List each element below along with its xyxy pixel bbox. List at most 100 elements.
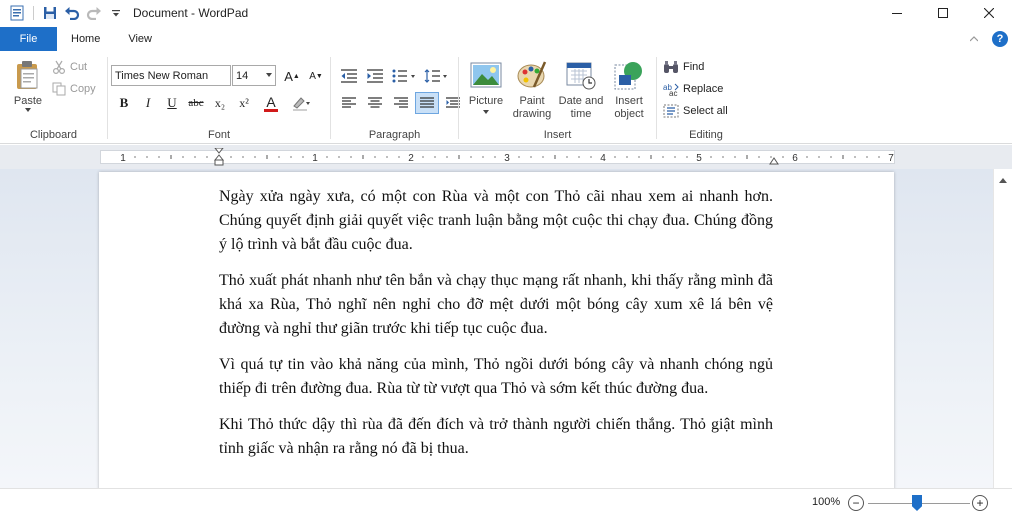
align-center-button[interactable] <box>363 92 387 114</box>
ribbon: Paste Cut Copy Clipboard Times New Roman… <box>0 51 1012 144</box>
bullets-button[interactable] <box>389 65 419 87</box>
ribbon-tabs: File Home View ? <box>0 27 1012 51</box>
font-format-buttons: B I U abc x₂ x² A <box>112 92 316 114</box>
close-button[interactable] <box>966 0 1012 26</box>
highlight-color-button[interactable] <box>286 92 316 114</box>
line-spacing-button[interactable] <box>421 65 451 87</box>
font-family-value: Times New Roman <box>115 69 209 82</box>
undo-icon[interactable] <box>63 4 81 22</box>
select-all-button[interactable]: Select all <box>663 100 728 122</box>
align-right-button[interactable] <box>389 92 413 114</box>
underline-button[interactable]: U <box>160 92 184 114</box>
binoculars-icon <box>664 61 678 73</box>
wordpad-app-icon[interactable] <box>8 4 26 22</box>
strikethrough-button[interactable]: abc <box>184 92 208 114</box>
tab-file[interactable]: File <box>0 27 57 51</box>
font-size-dropdown-icon <box>266 73 272 77</box>
justify-button[interactable] <box>415 92 439 114</box>
ruler-label: 5 <box>696 153 702 163</box>
font-size-buttons: A ▲ A ▼ <box>280 65 328 87</box>
paint-drawing-label-2: drawing <box>512 108 552 120</box>
copy-label: Copy <box>70 83 96 95</box>
paragraph-row-1 <box>337 65 451 87</box>
font-color-button[interactable]: A <box>256 92 286 114</box>
shrink-font-button[interactable]: A ▼ <box>304 65 328 87</box>
ruler-label: 4 <box>600 153 606 163</box>
font-family-select[interactable]: Times New Roman <box>111 65 231 86</box>
insert-object-icon <box>614 62 642 90</box>
tab-home[interactable]: Home <box>57 27 114 51</box>
scroll-up-arrow-icon[interactable] <box>999 178 1007 183</box>
increase-indent-icon <box>367 69 383 83</box>
quick-access-toolbar <box>0 4 125 22</box>
customize-qat-icon[interactable] <box>107 4 125 22</box>
window-controls <box>874 0 1012 26</box>
help-symbol: ? <box>996 33 1004 45</box>
ruler-label: 1 <box>120 153 126 163</box>
editing-group: Find ab ac Replace Select all Editing <box>657 51 755 144</box>
grow-font-button[interactable]: A ▲ <box>280 65 304 87</box>
ruler-label: 6 <box>792 153 798 163</box>
insert-object-button[interactable]: Insert object <box>607 59 651 121</box>
cut-icon <box>53 60 65 74</box>
paint-palette-icon <box>517 61 547 88</box>
paragraph-2[interactable]: Thỏ xuất phát nhanh như tên bắn và chạy … <box>219 269 773 341</box>
insert-object-label-1: Insert <box>615 95 643 107</box>
font-size-select[interactable]: 14 <box>232 65 276 86</box>
document-text[interactable]: Ngày xửa ngày xưa, có một con Rùa và một… <box>219 185 773 473</box>
tab-view[interactable]: View <box>114 27 166 51</box>
paragraph-3[interactable]: Vì quá tự tin vào khả năng của mình, Thỏ… <box>219 353 773 401</box>
calendar-clock-icon <box>566 62 596 90</box>
select-all-icon <box>663 104 679 118</box>
zoom-out-button[interactable]: − <box>848 495 864 511</box>
paragraph-group: Paragraph <box>331 51 460 144</box>
copy-button[interactable]: Copy <box>52 78 96 100</box>
font-color-letter: A <box>266 93 276 110</box>
paragraph-1[interactable]: Ngày xửa ngày xưa, có một con Rùa và một… <box>219 185 773 257</box>
picture-dropdown-icon[interactable] <box>483 110 489 114</box>
save-icon[interactable] <box>41 4 59 22</box>
cut-button[interactable]: Cut <box>52 56 87 78</box>
replace-button[interactable]: ab ac Replace <box>663 78 723 100</box>
highlighter-icon <box>293 97 310 111</box>
picture-button[interactable]: Picture <box>465 59 507 114</box>
redo-icon[interactable] <box>85 4 103 22</box>
paste-dropdown-icon[interactable] <box>25 108 31 112</box>
insert-object-label-2: object <box>614 108 644 120</box>
picture-icon <box>470 62 502 88</box>
align-left-button[interactable] <box>337 92 361 114</box>
right-indent-marker[interactable] <box>769 155 779 165</box>
first-line-indent-marker[interactable] <box>213 147 225 166</box>
paragraph-group-label: Paragraph <box>368 129 421 141</box>
help-icon[interactable]: ? <box>992 31 1008 47</box>
justify-icon <box>420 97 434 108</box>
date-time-button[interactable]: Date and time <box>556 59 606 121</box>
minimize-ribbon-icon[interactable] <box>969 33 979 45</box>
decrease-indent-button[interactable] <box>337 65 361 87</box>
select-all-label: Select all <box>683 105 728 117</box>
picture-label: Picture <box>468 95 504 107</box>
clipboard-group: Paste Cut Copy Clipboard <box>0 51 107 144</box>
copy-icon <box>52 82 66 96</box>
vertical-scrollbar[interactable] <box>993 169 1012 488</box>
bullets-icon <box>392 69 415 83</box>
ruler[interactable]: 1 1 2 3 4 5 6 7 <box>100 147 895 166</box>
paragraph-4[interactable]: Khi Thỏ thức dậy thì rùa đã đến đích và … <box>219 413 773 461</box>
zoom-in-button[interactable]: + <box>972 495 988 511</box>
minimize-button[interactable] <box>874 0 920 26</box>
italic-button[interactable]: I <box>136 92 160 114</box>
font-size-value: 14 <box>236 69 249 82</box>
subscript-button[interactable]: x₂ <box>208 92 232 114</box>
paint-drawing-button[interactable]: Paint drawing <box>509 59 555 121</box>
superscript-button[interactable]: x² <box>232 92 256 114</box>
replace-icon: abac <box>663 83 679 96</box>
insert-group-label: Insert <box>543 129 572 141</box>
font-color-swatch <box>264 108 278 112</box>
bold-button[interactable]: B <box>112 92 136 114</box>
increase-indent-button[interactable] <box>363 65 387 87</box>
zoom-slider-thumb[interactable] <box>912 495 922 511</box>
paste-button[interactable]: Paste <box>8 59 48 112</box>
maximize-button[interactable] <box>920 0 966 26</box>
qat-separator <box>33 6 34 20</box>
find-button[interactable]: Find <box>663 56 704 78</box>
